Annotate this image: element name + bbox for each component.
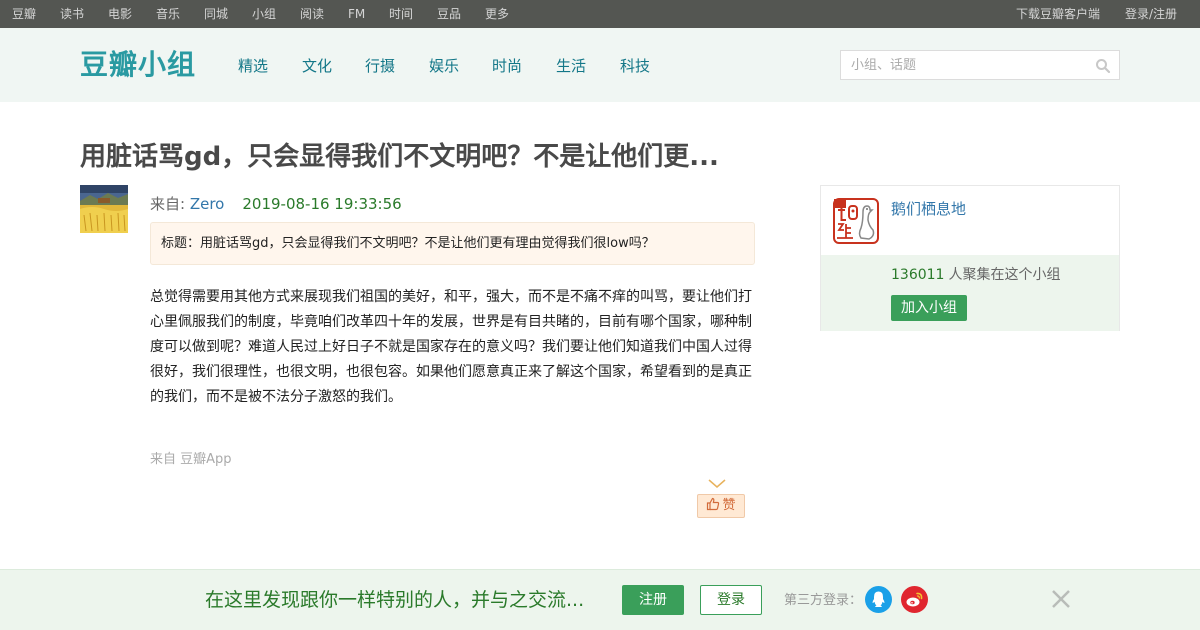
- signup-banner: 在这里发现跟你一样特别的人，并与之交流... 注册 登录 第三方登录：: [0, 569, 1200, 630]
- group-card: 鹅们栖息地 136011 人聚集在这个小组 加入小组: [820, 185, 1120, 331]
- banner-text: 在这里发现跟你一样特别的人，并与之交流...: [205, 589, 585, 611]
- topnav-read[interactable]: 阅读: [300, 7, 324, 21]
- search-input[interactable]: [841, 51, 1091, 79]
- member-text: 人聚集在这个小组: [948, 267, 1061, 283]
- post-meta: 来自: Zero 2019-08-16 19:33:56: [150, 195, 402, 213]
- nav-tech[interactable]: 科技: [620, 57, 650, 75]
- qq-login-icon[interactable]: [865, 586, 892, 613]
- post-subject: 标题：用脏话骂gd，只会显得我们不文明吧？不是让他们更有理由觉得我们很low吗？: [150, 222, 755, 265]
- author-avatar[interactable]: [80, 185, 128, 233]
- topnav-movies[interactable]: 电影: [108, 7, 132, 21]
- join-group-button[interactable]: 加入小组: [891, 295, 967, 321]
- post-time: 2019-08-16 19:33:56: [242, 195, 402, 213]
- member-count: 136011: [891, 267, 945, 283]
- topnav-more[interactable]: 更多: [485, 7, 509, 21]
- site-header: 豆瓣小组 精选 文化 行摄 娱乐 时尚 生活 科技: [0, 28, 1200, 102]
- group-name-link[interactable]: 鹅们栖息地: [891, 200, 966, 218]
- nav-culture[interactable]: 文化: [302, 57, 332, 75]
- search-icon[interactable]: [1095, 58, 1111, 74]
- chevron-down-icon: [708, 479, 726, 488]
- nav-entertainment[interactable]: 娱乐: [429, 57, 459, 75]
- topnav-fm[interactable]: FM: [348, 7, 365, 21]
- post-title: 用脏话骂gd，只会显得我们不文明吧？不是让他们更...: [80, 142, 719, 172]
- topnav-groups[interactable]: 小组: [252, 7, 276, 21]
- post-source: 来自 豆瓣App: [150, 452, 232, 467]
- like-widget: 赞: [697, 479, 745, 519]
- weibo-login-icon[interactable]: [901, 586, 928, 613]
- login-button[interactable]: 登录: [700, 585, 762, 615]
- topnav-douban[interactable]: 豆瓣: [12, 7, 36, 21]
- third-party-login-label: 第三方登录：: [784, 593, 863, 608]
- download-app-link[interactable]: 下载豆瓣客户端: [1016, 7, 1100, 21]
- topnav-books[interactable]: 读书: [60, 7, 84, 21]
- nav-travel-photo[interactable]: 行摄: [365, 57, 395, 75]
- topnav-time[interactable]: 时间: [389, 7, 413, 21]
- nav-life[interactable]: 生活: [556, 57, 586, 75]
- like-label: 赞: [722, 498, 736, 513]
- topnav-local[interactable]: 同城: [204, 7, 228, 21]
- like-button[interactable]: 赞: [697, 494, 745, 518]
- thumbs-up-icon: [707, 497, 720, 511]
- topnav-market[interactable]: 豆品: [437, 7, 461, 21]
- site-logo[interactable]: 豆瓣小组: [80, 47, 196, 83]
- topnav-music[interactable]: 音乐: [156, 7, 180, 21]
- member-info: 136011 人聚集在这个小组: [891, 266, 1060, 284]
- author-link[interactable]: Zero: [190, 195, 225, 213]
- register-button[interactable]: 注册: [622, 585, 684, 615]
- close-icon[interactable]: [1050, 588, 1072, 610]
- search-box: [840, 50, 1120, 80]
- post-body: 总觉得需要用其他方式来展现我们祖国的美好，和平，强大，而不是不痛不痒的叫骂，要让…: [150, 289, 752, 405]
- nav-featured[interactable]: 精选: [238, 57, 268, 75]
- group-logo-icon[interactable]: [833, 198, 879, 244]
- nav-fashion[interactable]: 时尚: [492, 57, 522, 75]
- login-register-link[interactable]: 登录/注册: [1125, 7, 1177, 21]
- top-navigation-bar: 豆瓣 读书 电影 音乐 同城 小组 阅读 FM 时间 豆品 更多 下载豆瓣客户端…: [0, 0, 1200, 28]
- from-label: 来自:: [150, 195, 190, 213]
